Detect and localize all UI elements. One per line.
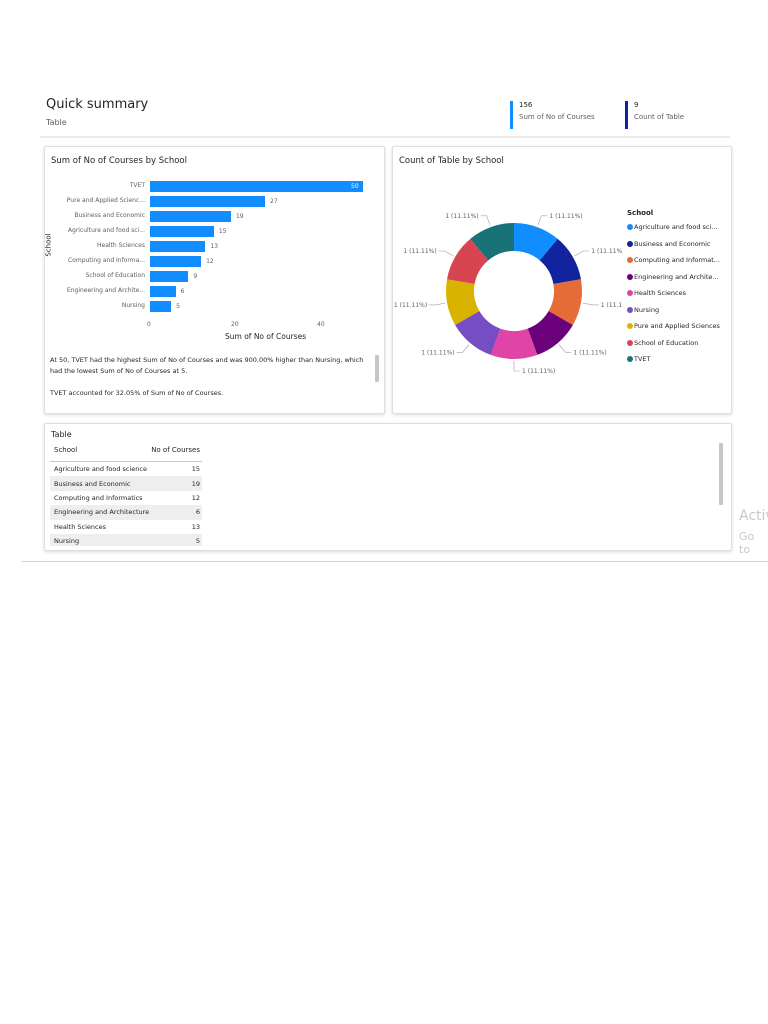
cell-school: Health Sciences xyxy=(54,522,106,531)
table-row[interactable]: Computing and Informatics 12 xyxy=(50,491,202,505)
cell-school: Business and Economic xyxy=(54,479,131,488)
cell-courses: 5 xyxy=(195,537,200,546)
page-bottom-border xyxy=(22,561,768,562)
activation-watermark: Activ xyxy=(739,508,768,524)
cell-courses: 12 xyxy=(191,493,200,502)
cell-school: Nursing xyxy=(54,537,80,546)
table-row[interactable]: Agriculture and food science 15 xyxy=(50,462,202,476)
activation-watermark: Go to xyxy=(739,530,755,556)
cell-courses: 15 xyxy=(191,465,200,474)
cell-courses: 19 xyxy=(191,479,200,488)
cell-school: Agriculture and food science xyxy=(54,465,147,474)
table-body: Agriculture and food science 15 Business a… xyxy=(0,0,768,546)
cell-courses: 13 xyxy=(191,522,200,531)
cell-school: Computing and Informatics xyxy=(54,493,143,502)
table-row[interactable]: Health Sciences 13 xyxy=(50,520,202,534)
table-row[interactable]: Nursing 5 xyxy=(50,534,202,546)
cell-school: Engineering and Architecture xyxy=(54,508,150,517)
cell-courses: 6 xyxy=(195,508,200,517)
table-row[interactable]: Engineering and Architecture 6 xyxy=(50,505,202,520)
table-scrollbar[interactable] xyxy=(719,443,723,505)
table-row[interactable]: Business and Economic 19 xyxy=(50,476,202,491)
